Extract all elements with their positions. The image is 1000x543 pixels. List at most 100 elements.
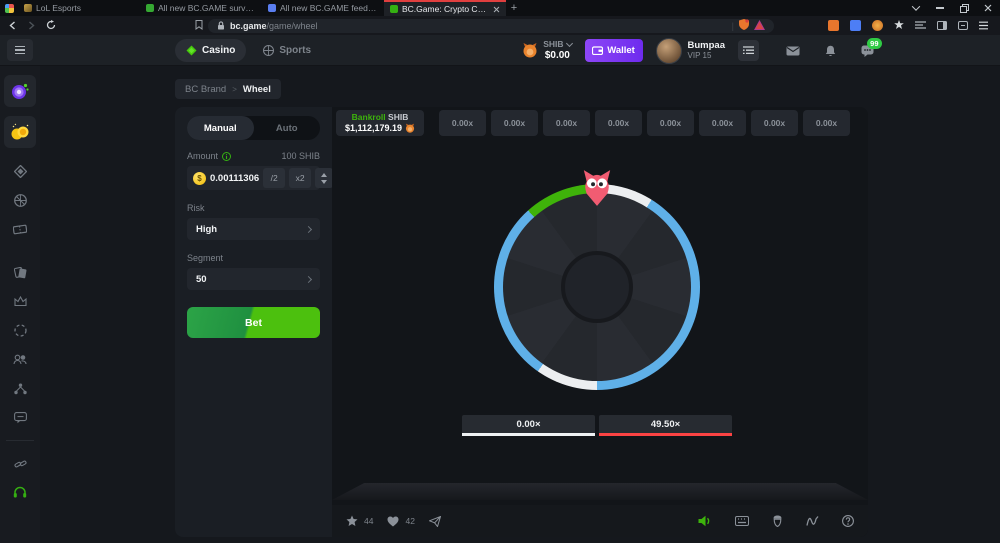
amount-input[interactable]: $ 0.00111306 /2 x2 xyxy=(187,166,320,190)
side-panel-icon[interactable] xyxy=(937,17,947,35)
notifications-button[interactable] xyxy=(821,45,839,57)
address-bar[interactable]: bc.game/game/wheel | xyxy=(208,19,774,33)
recent-multiplier[interactable]: 0.00x xyxy=(699,110,746,136)
sports-ball-icon xyxy=(263,45,274,56)
new-tab-button[interactable]: + xyxy=(506,0,522,16)
tab-close-icon[interactable] xyxy=(493,6,500,13)
reading-list-icon[interactable] xyxy=(915,17,926,35)
sound-on-icon[interactable] xyxy=(698,515,712,527)
shib-coin-icon xyxy=(405,123,415,133)
browser-workspaces-icon[interactable] xyxy=(0,0,18,16)
reload-button[interactable] xyxy=(46,17,56,35)
currency-balance: $0.00 xyxy=(545,50,570,62)
messages-button[interactable] xyxy=(784,46,802,56)
auto-tab[interactable]: Auto xyxy=(254,116,321,140)
sidebar-racing-icon[interactable] xyxy=(0,258,40,287)
sidebar-casino-icon[interactable] xyxy=(0,157,40,186)
window-close-icon[interactable] xyxy=(976,0,1000,16)
sidebar-spin-icon[interactable] xyxy=(0,316,40,345)
extension-icon-blue[interactable] xyxy=(850,20,861,31)
fairness-seed-icon[interactable] xyxy=(772,515,783,527)
favorite-star-icon[interactable] xyxy=(346,515,358,527)
casino-diamond-icon xyxy=(186,45,197,56)
double-amount-button[interactable]: x2 xyxy=(289,168,311,188)
recent-multiplier[interactable]: 0.00x xyxy=(751,110,798,136)
sidebar-vip-crown-icon[interactable] xyxy=(0,287,40,316)
downloads-icon[interactable] xyxy=(958,17,968,35)
browser-tab-lol-esports[interactable]: LoL Esports xyxy=(18,0,140,16)
segment-select[interactable]: 50 xyxy=(187,268,320,290)
window-minimize-icon[interactable] xyxy=(928,0,952,16)
window-menu-icon[interactable] xyxy=(904,0,928,16)
window-restore-icon[interactable] xyxy=(952,0,976,16)
browser-tab-survey[interactable]: All new BC.GAME survey & feedback xyxy=(140,0,262,16)
sidebar-forum-icon[interactable] xyxy=(0,403,40,432)
quests-list-icon xyxy=(743,46,754,55)
recent-multiplier[interactable]: 0.00x xyxy=(439,110,486,136)
wheel-hub xyxy=(561,251,633,323)
sidebar-affiliate-icon[interactable] xyxy=(0,374,40,403)
risk-label: Risk xyxy=(187,203,320,213)
like-heart-icon[interactable] xyxy=(387,516,399,527)
info-icon[interactable] xyxy=(222,152,231,161)
forward-button[interactable] xyxy=(27,17,36,35)
chat-button[interactable]: 99 xyxy=(858,45,876,57)
bookmark-icon[interactable] xyxy=(195,17,203,35)
site-header: Casino Sports SHIB $0.00 Wallet xyxy=(40,35,1000,66)
user-profile[interactable]: Bumpaa VIP 15 xyxy=(656,38,725,64)
user-vip-level: VIP 15 xyxy=(688,51,725,61)
tab-title: BC.Game: Crypto Casino Games & xyxy=(402,4,489,14)
sports-tab[interactable]: Sports xyxy=(252,39,322,62)
sidebar-toggle-icon[interactable] xyxy=(7,39,33,61)
sidebar-refer-icon[interactable] xyxy=(0,345,40,374)
user-avatar[interactable] xyxy=(656,38,682,64)
help-icon[interactable] xyxy=(842,515,854,527)
back-button[interactable] xyxy=(8,17,17,35)
breadcrumb-brand[interactable]: BC Brand xyxy=(185,84,226,95)
likes-count: 42 xyxy=(405,516,414,526)
browser-tab-feedback[interactable]: All new BC.GAME feedback xyxy=(262,0,384,16)
recent-multiplier[interactable]: 0.00x xyxy=(595,110,642,136)
amount-value[interactable]: 0.00111306 xyxy=(210,173,259,184)
extensions-puzzle-icon[interactable] xyxy=(894,17,904,35)
sidebar-coins-icon[interactable] xyxy=(4,116,36,148)
tab-favicon xyxy=(24,4,32,12)
recent-multiplier[interactable]: 0.00x xyxy=(647,110,694,136)
wallet-button[interactable]: Wallet xyxy=(585,39,643,62)
share-plane-icon[interactable] xyxy=(429,516,441,527)
manual-tab[interactable]: Manual xyxy=(187,116,254,140)
wheel-game-container: Manual Auto Amount 100 SHIB $ 0.00111306… xyxy=(175,107,868,537)
sidebar-lottery-icon[interactable] xyxy=(0,215,40,244)
live-stats-icon[interactable] xyxy=(806,515,819,527)
bankroll-label: Bankroll xyxy=(352,112,386,122)
sidebar-bonus-target-icon[interactable] xyxy=(4,75,36,107)
main-content: BC Brand > Wheel Manual Auto Amount 100 … xyxy=(40,66,1000,543)
bet-button[interactable]: Bet xyxy=(187,307,320,338)
bankroll-display: Bankroll SHIB $1,112,179.19 xyxy=(336,110,424,136)
sidebar-support-headphones-icon[interactable] xyxy=(0,478,40,507)
step-up-icon xyxy=(321,173,327,177)
extension-icon-circle[interactable] xyxy=(872,20,883,31)
half-amount-button[interactable]: /2 xyxy=(263,168,285,188)
casino-tab[interactable]: Casino xyxy=(175,39,246,62)
quests-button[interactable] xyxy=(738,40,759,61)
warning-triangle-icon[interactable] xyxy=(754,17,765,35)
adblock-shield-icon[interactable] xyxy=(739,17,749,35)
wallet-button-label: Wallet xyxy=(607,45,635,56)
extension-icon-orange[interactable] xyxy=(828,20,839,31)
tab-favicon xyxy=(390,5,398,13)
hotkeys-keyboard-icon[interactable] xyxy=(735,516,749,526)
recent-multiplier[interactable]: 0.00x xyxy=(803,110,850,136)
mail-icon xyxy=(786,46,800,56)
browser-tab-bcgame-active[interactable]: BC.Game: Crypto Casino Games & xyxy=(384,0,506,16)
recent-multiplier[interactable]: 0.00x xyxy=(543,110,590,136)
amount-stepper[interactable] xyxy=(315,168,333,188)
bet-mode-switch: Manual Auto xyxy=(187,116,320,140)
casino-tab-label: Casino xyxy=(202,45,235,56)
sidebar-sports-icon[interactable] xyxy=(0,186,40,215)
recent-multiplier[interactable]: 0.00x xyxy=(491,110,538,136)
browser-menu-icon[interactable] xyxy=(979,17,988,35)
risk-select[interactable]: High xyxy=(187,218,320,240)
currency-selector[interactable]: SHIB $0.00 xyxy=(522,40,571,61)
sidebar-link-icon[interactable] xyxy=(0,449,40,478)
